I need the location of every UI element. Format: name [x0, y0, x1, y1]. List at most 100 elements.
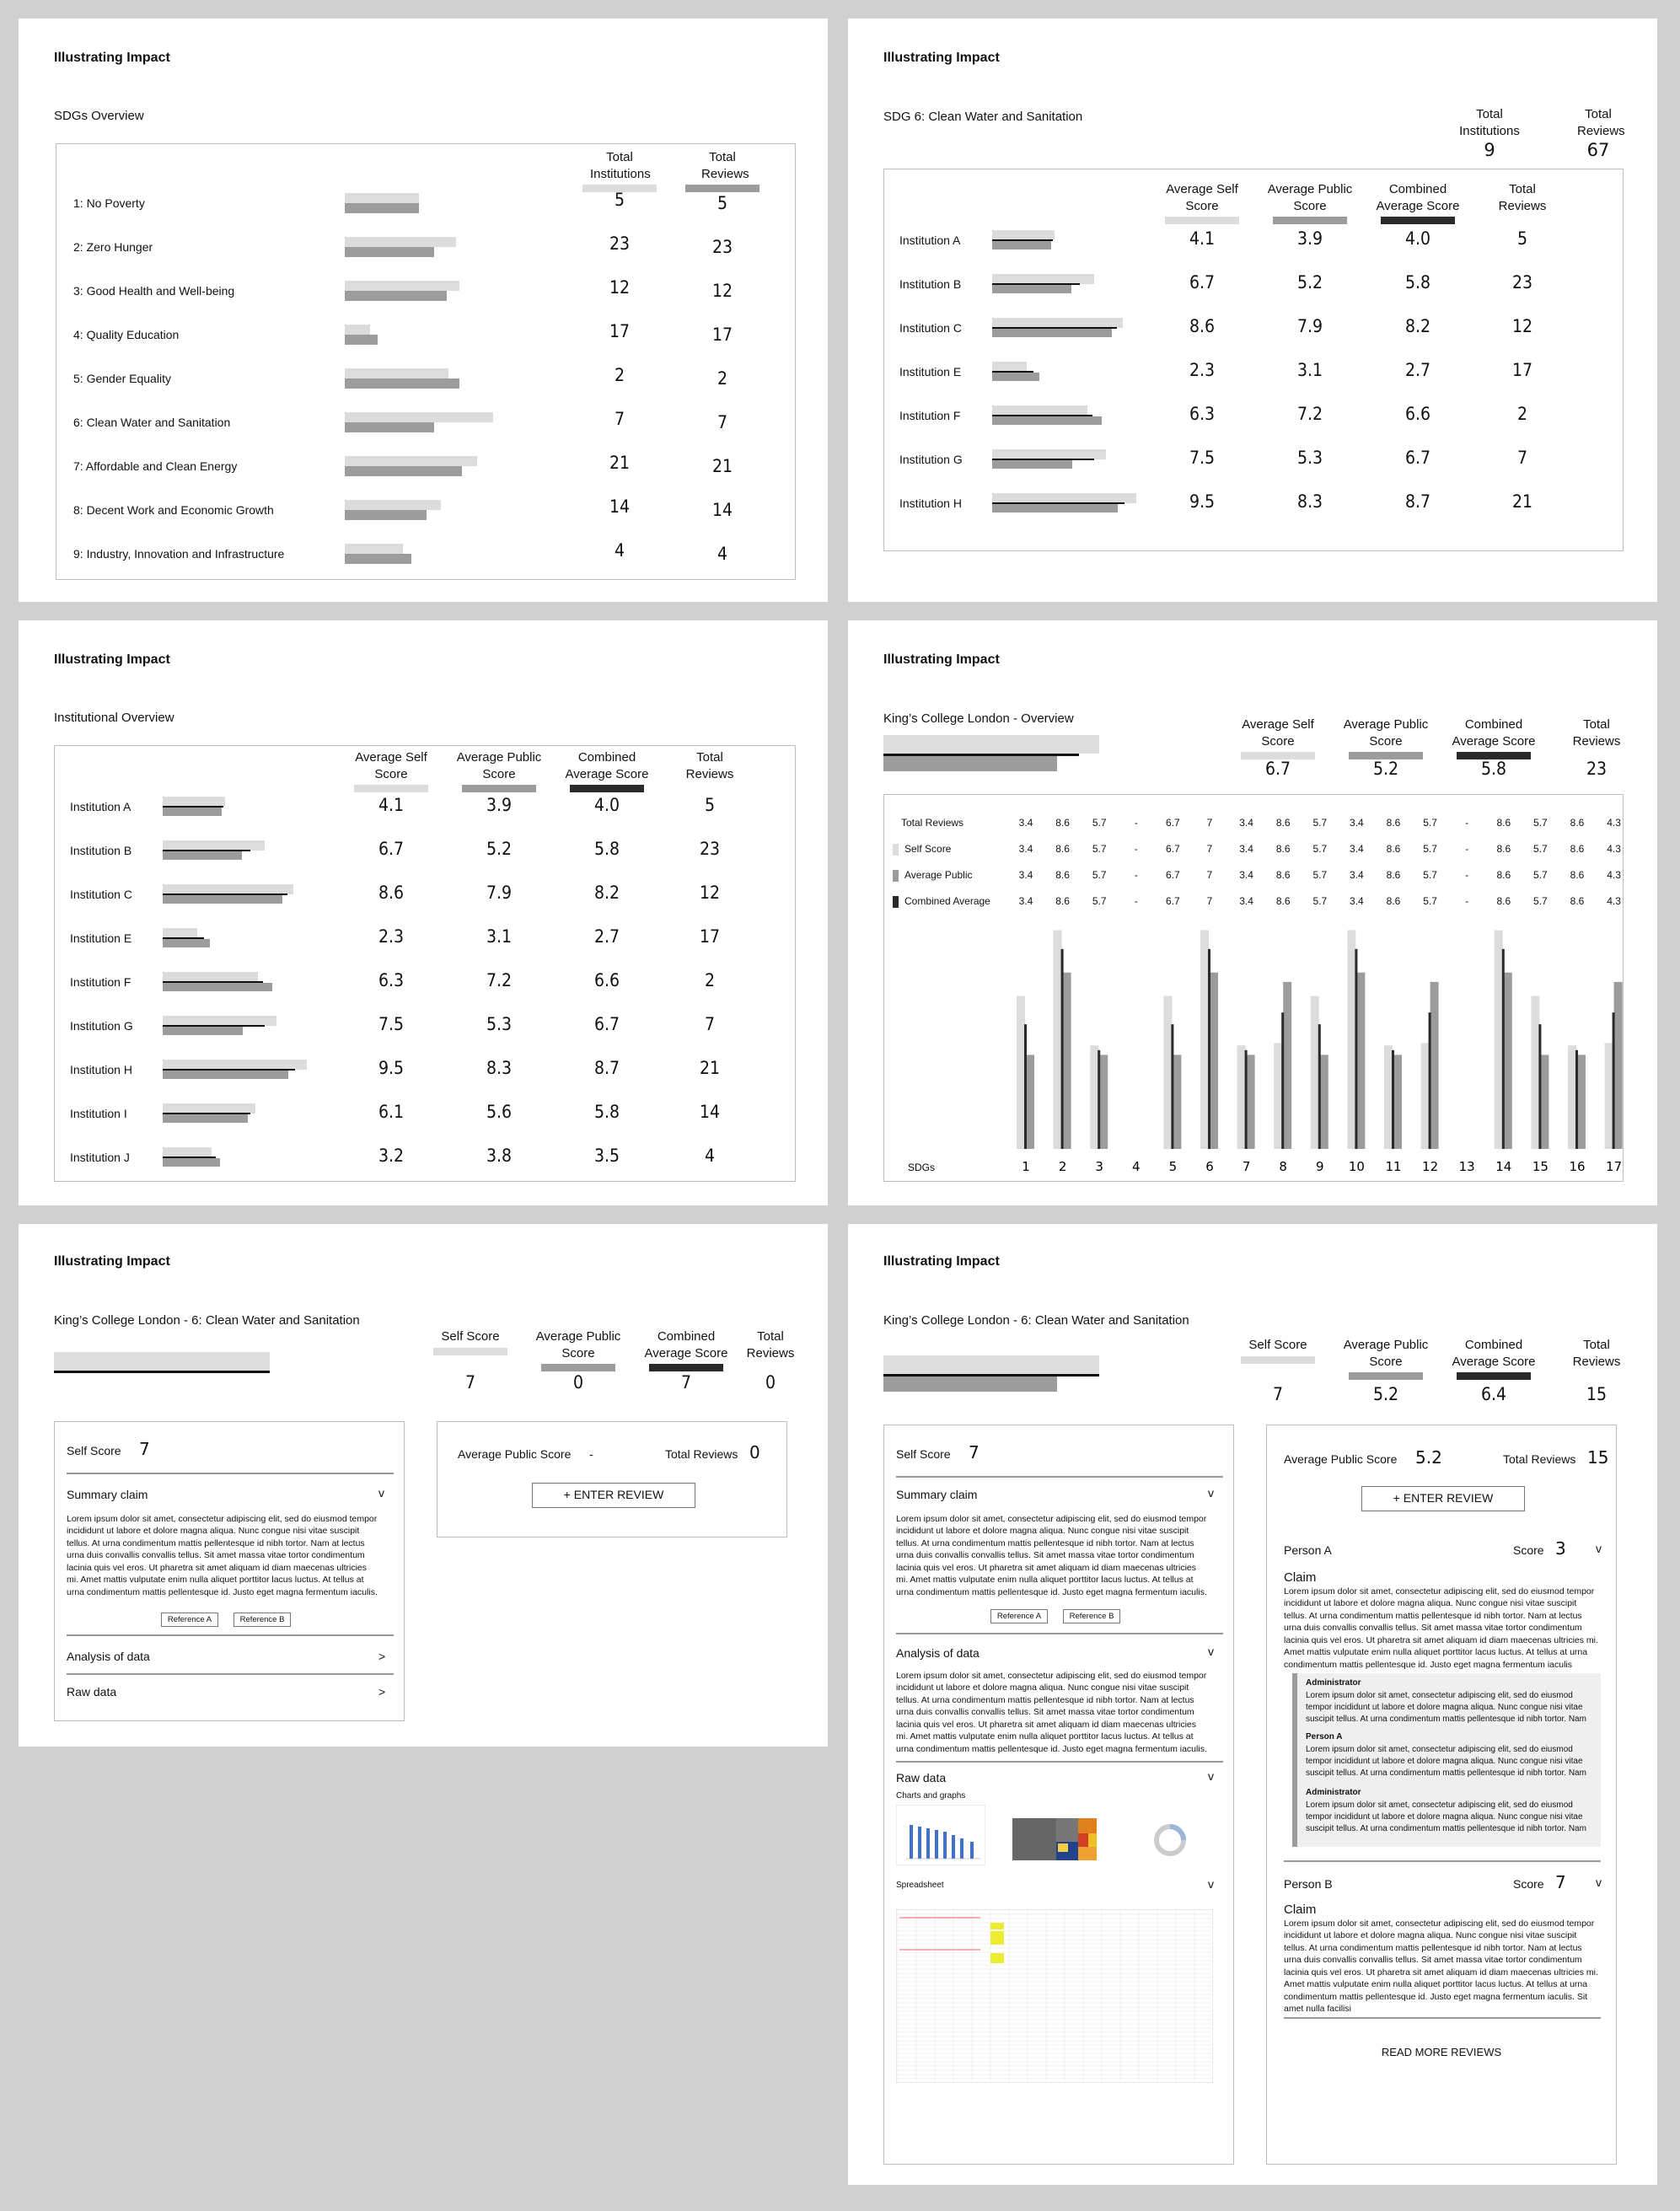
bar-self-score	[1310, 995, 1319, 1149]
sdg-label[interactable]: 9: Industry, Innovation and Infrastructu…	[73, 547, 284, 561]
spreadsheet-thumbnail[interactable]	[896, 1909, 1213, 2083]
reviews-value: 12	[1511, 316, 1533, 336]
institution-name[interactable]: Institution A	[70, 800, 131, 813]
self-score-label: Self Score	[67, 1444, 121, 1457]
sdg-label[interactable]: 4: Quality Education	[73, 328, 179, 341]
institution-name[interactable]: Institution A	[899, 233, 960, 247]
reviews-value: 14	[699, 1102, 721, 1122]
bar-combined-score	[1244, 1049, 1248, 1149]
analysis-of-data-header[interactable]: Analysis of data	[896, 1646, 980, 1660]
panel-sdgs-overview: Illustrating Impact SDGs Overview Total …	[19, 19, 828, 602]
institution-table: Average Self Score Average Public Score Co…	[883, 169, 1624, 551]
summary-col-underline	[433, 1347, 507, 1355]
sdg-label[interactable]: 8: Decent Work and Economic Growth	[73, 503, 274, 517]
chevron-down-icon[interactable]: v	[1208, 1877, 1214, 1891]
raw-data-header[interactable]: Raw data	[896, 1771, 946, 1784]
public-score-bar	[163, 895, 282, 904]
page-subtitle: King’s College London - 6: Clean Water a…	[883, 1313, 1189, 1328]
institution-name[interactable]: Institution E	[899, 365, 961, 378]
chevron-down-icon[interactable]: v	[1208, 1486, 1214, 1500]
reference-a-button[interactable]: Reference A	[161, 1613, 218, 1627]
divider	[896, 1476, 1223, 1478]
summary-claim-header[interactable]: Summary claim	[896, 1488, 977, 1501]
enter-review-button[interactable]: + ENTER REVIEW	[1361, 1486, 1525, 1511]
summary-col-value: 5.2	[1372, 759, 1399, 779]
sdg-bar-reviews	[345, 335, 378, 345]
enter-review-button[interactable]: + ENTER REVIEW	[532, 1483, 695, 1508]
chevron-down-icon[interactable]: v	[1208, 1645, 1214, 1658]
chevron-down-icon[interactable]: v	[1596, 1876, 1602, 1889]
chevron-down-icon[interactable]: v	[1208, 1769, 1214, 1783]
reference-b-button[interactable]: Reference B	[233, 1613, 291, 1627]
read-more-reviews-link[interactable]: READ MORE REVIEWS	[1267, 2046, 1616, 2058]
raw-data-header[interactable]: Raw data	[67, 1685, 116, 1698]
bar-chart-thumbnail[interactable]	[896, 1805, 985, 1865]
divider	[896, 1761, 1223, 1763]
sdg-bar-institutions	[345, 500, 441, 510]
donut-chart-thumbnail[interactable]	[1125, 1805, 1215, 1865]
institution-name[interactable]: Institution I	[70, 1107, 127, 1120]
chevron-down-icon[interactable]: v	[378, 1486, 384, 1500]
summary-claim-text: Lorem ipsum dolor sit amet, consectetur …	[896, 1514, 1207, 1597]
review-score-label: Score	[1513, 1877, 1544, 1891]
summary-col-label: Self Score	[1248, 1338, 1307, 1352]
chevron-right-icon[interactable]: >	[378, 1650, 385, 1663]
combined-value: 4.0	[1404, 228, 1431, 249]
summary-col: Total Reviews	[1546, 716, 1647, 749]
sdg-reviews-value: 7	[717, 412, 728, 432]
treemap-thumbnail[interactable]	[1011, 1805, 1100, 1865]
divider	[67, 1634, 394, 1636]
reply-text: Lorem ipsum dolor sit amet, consectetur …	[1306, 1800, 1586, 1833]
summary-col-value: 7	[680, 1372, 692, 1393]
sdg-institutions-value: 17	[609, 321, 631, 341]
bar-public-score	[1393, 1055, 1402, 1149]
summary-claim-text: Lorem ipsum dolor sit amet, consectetur …	[67, 1514, 378, 1597]
x-tick-label: 12	[1422, 1159, 1438, 1174]
institution-name[interactable]: Institution F	[70, 975, 131, 989]
reply-author: Administrator	[1306, 1788, 1361, 1797]
sdg-institutions-value: 12	[609, 277, 631, 298]
sdg-bar-chart: 1 2 3 4 5 6 7 8 9 10 11 12 13 14 15 16 17SDGs	[908, 930, 1623, 1174]
institution-name[interactable]: Institution G	[899, 453, 963, 466]
institution-name[interactable]: Institution H	[70, 1063, 132, 1076]
institution-name[interactable]: Institution E	[70, 931, 132, 945]
reference-b-button[interactable]: Reference B	[1063, 1609, 1120, 1623]
sdg-label[interactable]: 2: Zero Hunger	[73, 240, 153, 254]
top-reviews-value: 67	[1586, 140, 1610, 160]
institution-name[interactable]: Institution G	[70, 1019, 133, 1033]
bar-combined-score	[1538, 1024, 1542, 1149]
page-subtitle: SDG 6: Clean Water and Sanitation	[883, 110, 1083, 124]
institution-name[interactable]: Institution F	[899, 409, 960, 422]
combined-value: 8.7	[1404, 491, 1431, 512]
reference-a-button[interactable]: Reference A	[990, 1609, 1048, 1623]
x-tick-label: 5	[1169, 1159, 1178, 1174]
col-header-label: Total Reviews	[1498, 182, 1547, 213]
panel-institutional-overview: Illustrating Impact Institutional Overvi…	[19, 620, 828, 1205]
analysis-of-data-header[interactable]: Analysis of data	[67, 1650, 150, 1663]
institution-name[interactable]: Institution J	[70, 1151, 130, 1164]
summary-claim-header[interactable]: Summary claim	[67, 1488, 148, 1501]
sdg-label[interactable]: 6: Clean Water and Sanitation	[73, 416, 230, 429]
institution-name[interactable]: Institution B	[70, 844, 132, 857]
public-value: 3.8	[486, 1146, 513, 1166]
chevron-right-icon[interactable]: >	[378, 1685, 385, 1698]
sdg-bar-reviews	[345, 554, 411, 564]
institution-name[interactable]: Institution H	[899, 496, 962, 510]
institution-name[interactable]: Institution B	[899, 277, 961, 291]
claim-heading: Claim	[1284, 1570, 1317, 1585]
sdg-reviews-value: 14	[711, 500, 733, 520]
reviews-value: 7	[704, 1014, 716, 1034]
bar-self-score	[1090, 1045, 1099, 1149]
sdg-label[interactable]: 7: Affordable and Clean Energy	[73, 459, 237, 473]
sdg-label[interactable]: 5: Gender Equality	[73, 372, 171, 385]
chevron-down-icon[interactable]: v	[1596, 1542, 1602, 1555]
bar-public-score	[1246, 1055, 1255, 1149]
reviews-value: 2	[1516, 404, 1528, 424]
sdg-label[interactable]: 1: No Poverty	[73, 196, 145, 210]
sdg-label[interactable]: 3: Good Health and Well-being	[73, 284, 234, 298]
summary-col-label: Total Reviews	[746, 1329, 795, 1360]
institution-name[interactable]: Institution C	[70, 888, 132, 901]
bar-combined-score	[1024, 1024, 1027, 1149]
institution-name[interactable]: Institution C	[899, 321, 962, 335]
col-header-underline	[354, 785, 428, 792]
